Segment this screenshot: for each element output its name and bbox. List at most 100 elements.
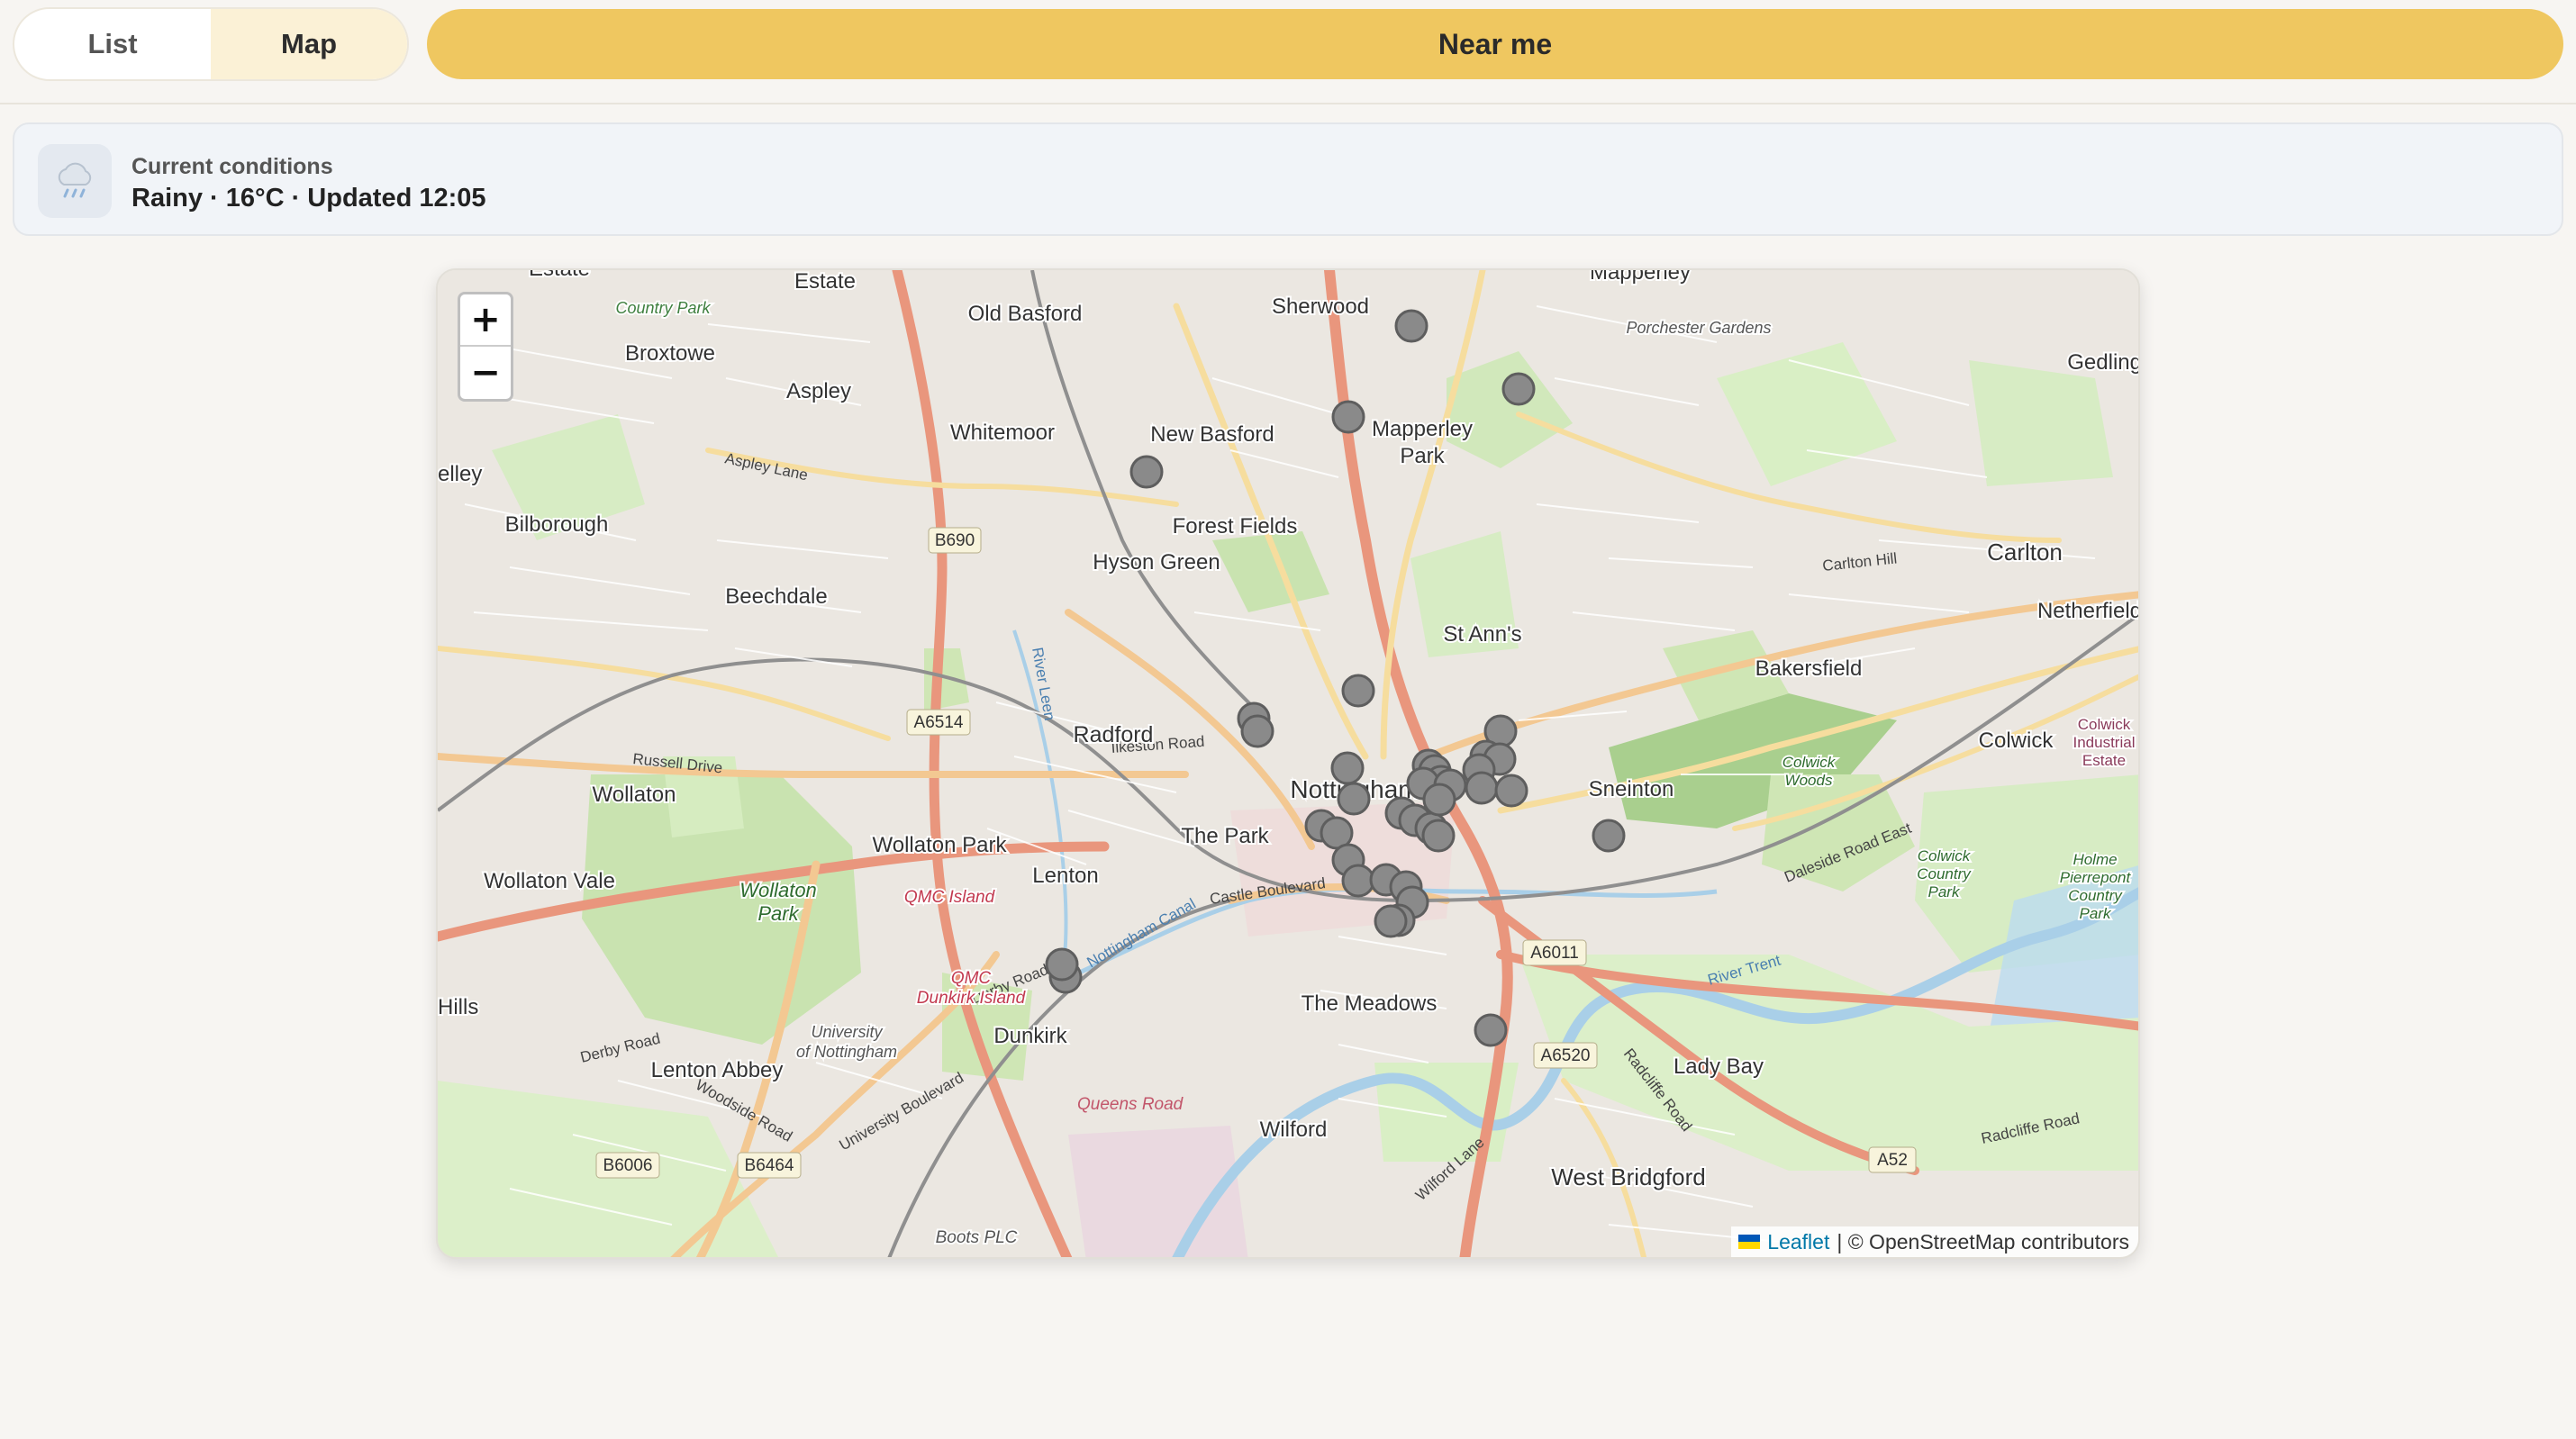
map-marker[interactable] — [1374, 904, 1408, 938]
place-label-colwick-industrial-1: Colwick — [2078, 716, 2131, 733]
place-label-colwick-industrial-2: Industrial — [2073, 734, 2136, 751]
place-label-beechdale: Beechdale — [725, 584, 827, 609]
place-label-the-park: The Park — [1181, 824, 1269, 848]
map-marker[interactable] — [1474, 1013, 1508, 1047]
zoom-out-button[interactable]: − — [460, 347, 511, 399]
place-label-colwick-country-park-2: Country — [1917, 865, 1972, 882]
place-label-holme-3: Country — [2068, 887, 2123, 904]
road-label-queens-road: Queens Road — [1077, 1095, 1184, 1114]
place-label-colwick-woods-2: Woods — [1785, 772, 1833, 789]
map-tiles: B690 A6514 A6011 A6520 A52 B6006 B6464 A… — [438, 270, 2140, 1257]
place-label-colwick-country-park-1: Colwick — [1918, 847, 1972, 864]
conditions-label: Current conditions — [132, 154, 333, 179]
place-label-west-bridgford: West Bridgford — [1551, 1163, 1705, 1190]
place-label-sneinton: Sneinton — [1589, 777, 1674, 801]
map-marker[interactable] — [1337, 782, 1371, 816]
place-label-lady-bay: Lady Bay — [1673, 1054, 1764, 1079]
map-marker[interactable] — [1045, 947, 1079, 982]
tab-list[interactable]: List — [14, 9, 211, 79]
place-label-st-anns: St Ann's — [1443, 622, 1521, 647]
place-label-hyson-green: Hyson Green — [1093, 550, 1220, 575]
road-label-a6520: A6520 — [1541, 1046, 1591, 1065]
place-label-whitemoor: Whitemoor — [950, 421, 1055, 445]
map-marker[interactable] — [1501, 372, 1536, 406]
place-label-aspley: Aspley — [786, 379, 851, 403]
place-label-colwick: Colwick — [1979, 729, 2054, 753]
map-marker[interactable] — [1394, 309, 1429, 343]
tab-map[interactable]: Map — [211, 9, 407, 79]
place-label-porchester: Porchester Gardens — [1626, 319, 1771, 337]
view-toggle: List Map — [13, 7, 409, 81]
road-label-b6006: B6006 — [603, 1156, 653, 1175]
place-label-wollaton-vale: Wollaton Vale — [484, 869, 615, 893]
place-label-old-basford: Old Basford — [968, 302, 1083, 326]
place-label-wollaton-park-green-2: Park — [757, 902, 799, 925]
place-label-dunkirk: Dunkirk — [993, 1024, 1067, 1048]
place-label-colwick-country-park-3: Park — [1928, 883, 1961, 901]
rain-cloud-icon — [38, 144, 112, 218]
attribution-text: | © OpenStreetMap contributors — [1837, 1229, 2129, 1253]
place-label-radford: Radford — [1074, 722, 1154, 747]
road-label-a52: A52 — [1877, 1151, 1908, 1170]
current-conditions-card: Current conditions Rainy · 16°C · Update… — [13, 122, 2563, 236]
map-marker[interactable] — [1592, 819, 1626, 853]
place-label-hills: Hills — [438, 995, 478, 1019]
place-label-broxtowe: Broxtowe — [625, 341, 715, 366]
place-label-holme-4: Park — [2080, 905, 2112, 922]
map-marker[interactable] — [1421, 819, 1456, 853]
road-label-b6464: B6464 — [745, 1156, 794, 1175]
place-label-new-basford: New Basford — [1150, 422, 1274, 447]
place-label-the-meadows: The Meadows — [1302, 991, 1438, 1016]
place-label-colwick-woods-1: Colwick — [1782, 754, 1837, 771]
top-bar: List Map Near me — [0, 0, 2576, 104]
place-label-gedling: Gedling — [2067, 350, 2140, 375]
place-label-elley: elley — [438, 462, 482, 486]
place-label-wollaton-park-green-1: Wollaton — [739, 879, 817, 901]
near-me-button[interactable]: Near me — [427, 9, 2563, 79]
map-marker[interactable] — [1341, 864, 1375, 898]
place-label-country-park: Country Park — [615, 299, 711, 317]
map-marker[interactable] — [1240, 714, 1274, 748]
place-label-qmc-dunkirk-2: Dunkirk Island — [917, 989, 1027, 1008]
place-label-qmc-dunkirk-1: QMC — [951, 969, 992, 988]
place-label-colwick-industrial-3: Estate — [2082, 752, 2126, 769]
place-label-qmc-island: QMC Island — [904, 888, 996, 907]
place-label-bakersfield: Bakersfield — [1755, 656, 1863, 681]
place-label-holme-2: Pierrepont — [2060, 869, 2132, 886]
zoom-control: + − — [458, 292, 513, 402]
place-label-wollaton-park: Wollaton Park — [873, 833, 1008, 857]
place-label-sherwood: Sherwood — [1272, 294, 1369, 319]
place-label-mapperley-park-2: Park — [1400, 444, 1445, 468]
place-label-lenton: Lenton — [1032, 864, 1098, 888]
place-label-forest-fields: Forest Fields — [1173, 514, 1298, 538]
place-label-boots-plc: Boots PLC — [936, 1228, 1018, 1247]
map-marker[interactable] — [1330, 751, 1365, 785]
conditions-text: Rainy · 16°C · Updated 12:05 — [132, 184, 486, 213]
place-label-bilborough: Bilborough — [505, 512, 609, 537]
place-label-wollaton: Wollaton — [593, 783, 676, 807]
place-label-carlton: Carlton — [1987, 538, 2063, 566]
place-label-university-2: of Nottingham — [796, 1043, 897, 1061]
place-label-estate-2: Estate — [529, 270, 590, 281]
map-marker[interactable] — [1465, 771, 1499, 805]
place-label-netherfield: Netherfield — [2037, 599, 2140, 623]
map-view[interactable]: B690 A6514 A6011 A6520 A52 B6006 B6464 A… — [436, 268, 2140, 1259]
place-label-wilford: Wilford — [1260, 1118, 1328, 1142]
place-label-holme-1: Holme — [2073, 851, 2117, 868]
leaflet-link[interactable]: Leaflet — [1767, 1230, 1829, 1254]
map-marker[interactable] — [1494, 774, 1528, 808]
road-label-b690: B690 — [935, 531, 975, 550]
road-label-a6514: A6514 — [914, 713, 964, 732]
place-label-mapperley: Mapperley — [1590, 270, 1691, 285]
place-label-mapperley-park-1: Mapperley — [1372, 417, 1473, 441]
map-marker[interactable] — [1129, 455, 1164, 489]
zoom-in-button[interactable]: + — [460, 294, 511, 347]
place-label-estate: Estate — [794, 270, 856, 294]
map-attribution: Leaflet | © OpenStreetMap contributors — [1731, 1226, 2138, 1257]
map-marker[interactable] — [1422, 783, 1456, 817]
place-label-lenton-abbey: Lenton Abbey — [651, 1058, 784, 1082]
road-label-a6011: A6011 — [1530, 944, 1579, 963]
map-marker[interactable] — [1331, 400, 1365, 434]
place-label-university-1: University — [811, 1023, 883, 1041]
map-marker[interactable] — [1341, 674, 1375, 708]
